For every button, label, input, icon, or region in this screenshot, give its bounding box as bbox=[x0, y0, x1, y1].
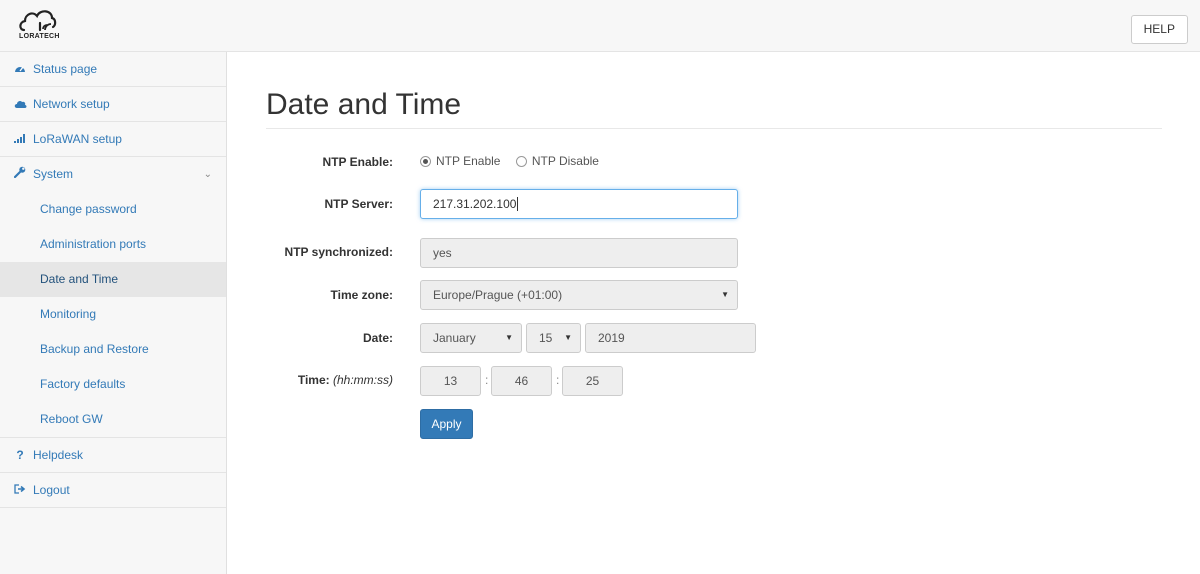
date-label: Date: bbox=[362, 331, 393, 345]
radio-unchecked-icon[interactable] bbox=[515, 156, 527, 167]
ntp-sync-field: yes bbox=[420, 238, 738, 268]
caret-down-icon: ▼ bbox=[721, 290, 729, 299]
wrench-icon bbox=[13, 158, 27, 193]
ntp-enable-radio-group: NTP Enable NTP Disable bbox=[420, 154, 599, 168]
date-year-field[interactable]: 2019 bbox=[585, 323, 756, 353]
ntp-enable-radio[interactable]: NTP Enable bbox=[420, 154, 500, 168]
ntp-disable-option-label[interactable]: NTP Disable bbox=[532, 154, 599, 168]
timezone-label-wrap: Time zone: bbox=[266, 288, 393, 318]
caret-down-icon: ▼ bbox=[505, 333, 513, 342]
page-title: Date and Time bbox=[266, 88, 462, 121]
time-minute-value: 46 bbox=[514, 374, 529, 388]
dashboard-icon bbox=[13, 53, 27, 88]
time-label-text: Time: (hh:mm:ss) bbox=[298, 373, 393, 387]
caret-down-icon: ▼ bbox=[564, 333, 572, 342]
sidebar-item-lorawan-setup[interactable]: LoRaWAN setup bbox=[0, 122, 226, 157]
cloud-logo-icon bbox=[19, 10, 57, 32]
time-second-value: 25 bbox=[585, 374, 600, 388]
ntp-enable-label-wrap: NTP Enable: bbox=[266, 155, 393, 185]
timezone-label: Time zone: bbox=[330, 288, 393, 302]
time-separator: : bbox=[485, 373, 489, 387]
sidebar-item-logout[interactable]: Logout bbox=[0, 473, 226, 508]
ntp-server-input[interactable]: 217.31.202.100 bbox=[420, 189, 738, 219]
time-separator: : bbox=[556, 373, 560, 387]
ntp-server-label: NTP Server: bbox=[324, 197, 393, 211]
apply-button[interactable]: Apply bbox=[420, 409, 473, 439]
sidebar-subitem-date-and-time[interactable]: Date and Time bbox=[0, 262, 226, 297]
sidebar: Status page Network setup LoRaWAN setup … bbox=[0, 52, 227, 574]
cloud-icon bbox=[13, 88, 27, 123]
sidebar-item-status-page[interactable]: Status page bbox=[0, 52, 226, 87]
date-label-wrap: Date: bbox=[266, 331, 393, 361]
sidebar-subitem-change-password[interactable]: Change password bbox=[0, 192, 226, 227]
ntp-enable-label: NTP Enable: bbox=[322, 155, 393, 169]
sidebar-item-label: Helpdesk bbox=[33, 448, 84, 462]
sidebar-subitem-backup-and-restore[interactable]: Backup and Restore bbox=[0, 332, 226, 367]
logo[interactable]: LORATECH bbox=[18, 6, 78, 46]
sidebar-item-label: Network setup bbox=[33, 97, 110, 111]
timezone-select[interactable]: Europe/Prague (+01:00) ▼ bbox=[420, 280, 738, 310]
time-minute-field[interactable]: 46 bbox=[491, 366, 552, 396]
time-hour-value: 13 bbox=[443, 374, 458, 388]
sidebar-subitem-reboot-gw[interactable]: Reboot GW bbox=[0, 402, 226, 437]
sidebar-subitem-factory-defaults[interactable]: Factory defaults bbox=[0, 367, 226, 402]
system-group: System ⌄ Change password Administration … bbox=[0, 157, 226, 438]
date-month-value: January bbox=[433, 331, 476, 345]
sidebar-item-helpdesk[interactable]: ? Helpdesk bbox=[0, 438, 226, 473]
ntp-sync-label: NTP synchronized: bbox=[284, 245, 393, 259]
ntp-disable-radio[interactable]: NTP Disable bbox=[515, 154, 599, 168]
sidebar-item-network-setup[interactable]: Network setup bbox=[0, 87, 226, 122]
ntp-sync-label-wrap: NTP synchronized: bbox=[266, 245, 393, 275]
sidebar-item-label: System bbox=[33, 167, 74, 181]
date-day-select[interactable]: 15 ▼ bbox=[526, 323, 581, 353]
date-day-value: 15 bbox=[539, 331, 553, 345]
time-label-wrap: Time: (hh:mm:ss) bbox=[266, 373, 393, 403]
logo-text: LORATECH bbox=[19, 33, 60, 40]
date-year-value: 2019 bbox=[598, 331, 625, 345]
sidebar-subitem-administration-ports[interactable]: Administration ports bbox=[0, 227, 226, 262]
time-second-field[interactable]: 25 bbox=[562, 366, 623, 396]
top-bar: LORATECH HELP bbox=[0, 0, 1200, 52]
sidebar-item-system[interactable]: System ⌄ bbox=[0, 157, 226, 192]
logout-icon bbox=[13, 474, 27, 509]
ntp-server-value: 217.31.202.100 bbox=[433, 197, 517, 211]
help-button[interactable]: HELP bbox=[1130, 15, 1188, 44]
timezone-value: Europe/Prague (+01:00) bbox=[433, 288, 563, 302]
title-divider bbox=[266, 128, 1162, 129]
question-icon: ? bbox=[16, 448, 24, 462]
ntp-sync-value: yes bbox=[433, 246, 452, 260]
time-label: Time: bbox=[297, 373, 330, 387]
date-month-select[interactable]: January ▼ bbox=[420, 323, 522, 353]
radio-checked-icon[interactable] bbox=[420, 156, 431, 167]
sidebar-item-label: LoRaWAN setup bbox=[33, 132, 122, 146]
sidebar-item-label: Logout bbox=[33, 483, 70, 497]
signal-icon bbox=[13, 123, 27, 158]
ntp-enable-option-label[interactable]: NTP Enable bbox=[436, 154, 500, 168]
sidebar-subitem-monitoring[interactable]: Monitoring bbox=[0, 297, 226, 332]
ntp-server-label-wrap: NTP Server: bbox=[266, 197, 393, 227]
sidebar-item-label: Status page bbox=[33, 62, 98, 76]
chevron-down-icon: ⌄ bbox=[203, 169, 212, 180]
time-format-hint: (hh:mm:ss) bbox=[333, 373, 393, 387]
time-hour-field[interactable]: 13 bbox=[420, 366, 481, 396]
